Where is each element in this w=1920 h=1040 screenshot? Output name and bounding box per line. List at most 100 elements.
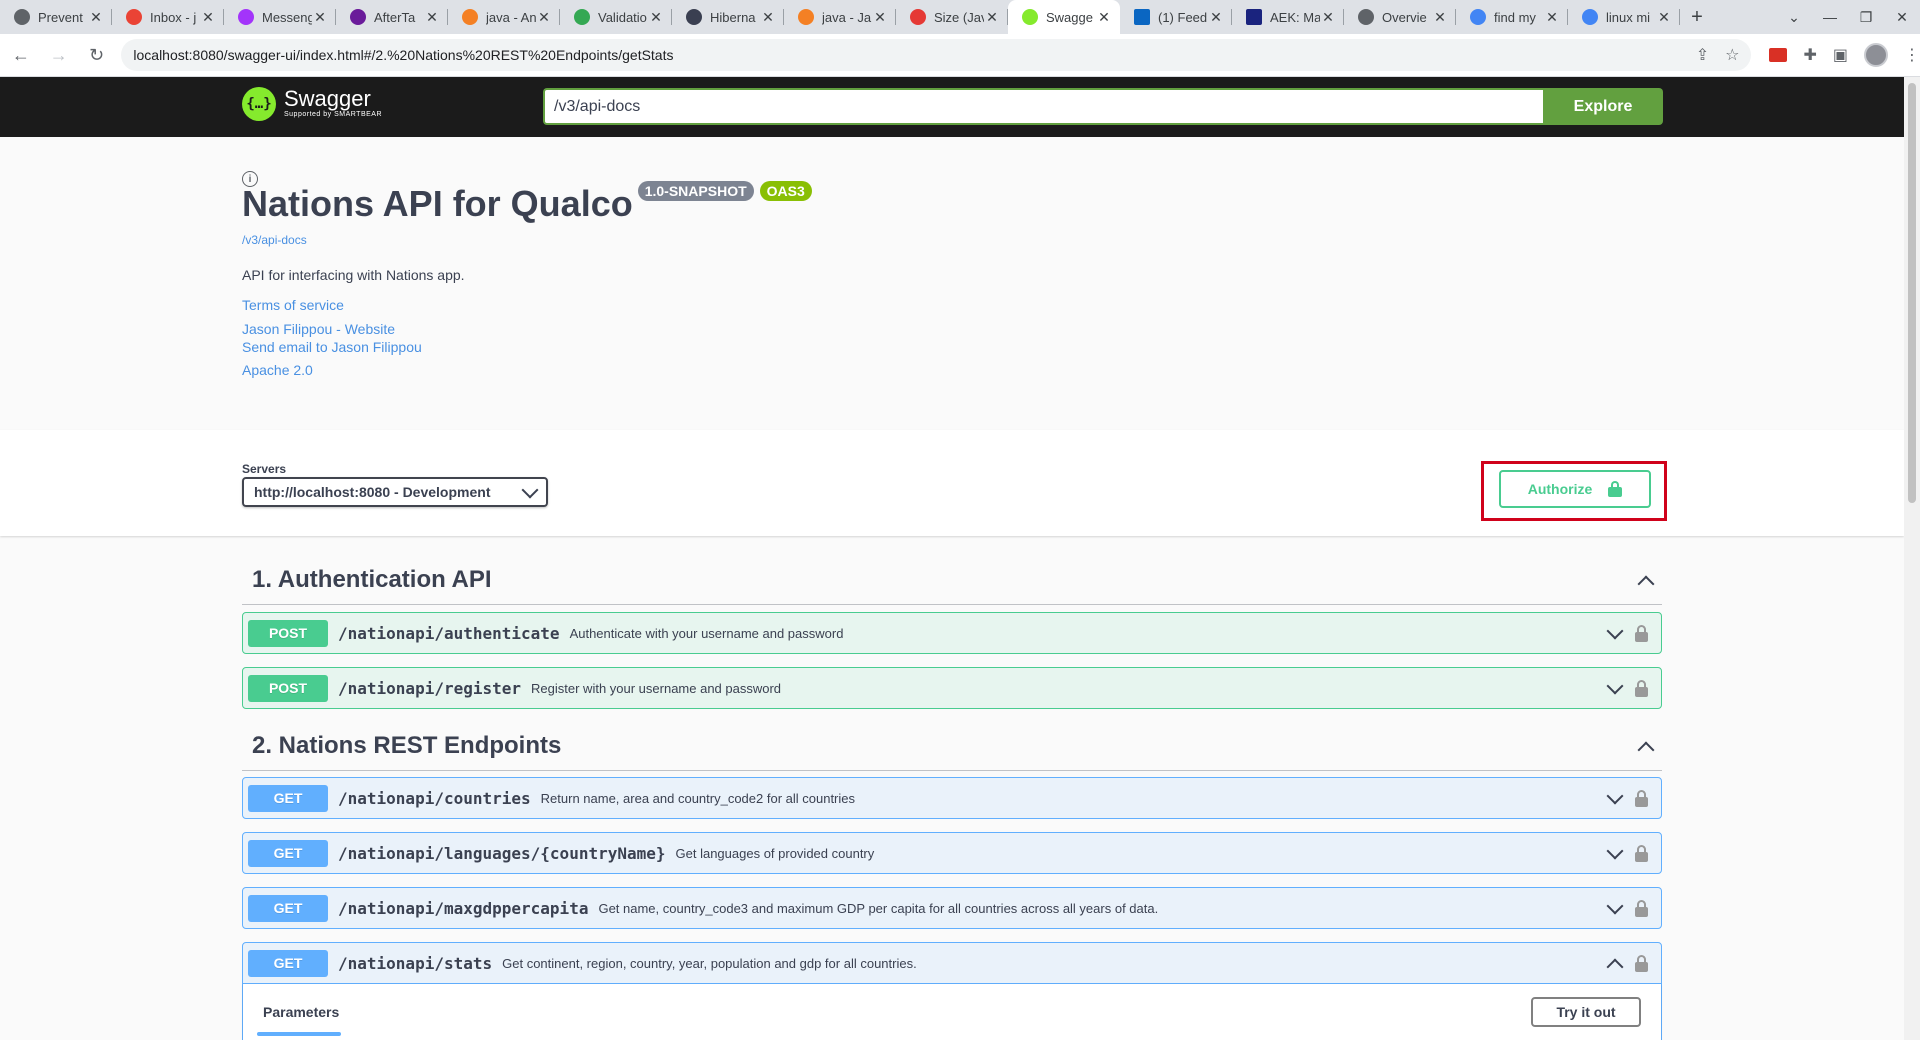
chevron-down-icon[interactable] bbox=[1607, 791, 1621, 805]
address-bar[interactable]: i localhost:8080/swagger-ui/index.html#/… bbox=[121, 39, 1752, 187]
extensions-puzzle-icon[interactable]: ✚ bbox=[1803, 45, 1816, 65]
spec-url-input[interactable]: /v3/api-docs bbox=[543, 88, 1543, 125]
close-tab-icon[interactable]: ✕ bbox=[1432, 9, 1448, 26]
side-panel-icon[interactable]: ▣ bbox=[1833, 45, 1848, 65]
chevron-down-icon[interactable] bbox=[1607, 901, 1621, 915]
license-link[interactable]: Apache 2.0 bbox=[242, 362, 313, 378]
close-tab-icon[interactable]: ✕ bbox=[984, 9, 1000, 26]
close-tab-icon[interactable]: ✕ bbox=[1096, 9, 1112, 26]
tag-authentication-api[interactable]: 1. Authentication API bbox=[242, 555, 1662, 605]
close-tab-icon[interactable]: ✕ bbox=[1320, 9, 1336, 26]
close-tab-icon[interactable]: ✕ bbox=[1656, 9, 1672, 26]
chevron-down-icon[interactable] bbox=[1607, 681, 1621, 695]
operation-post-register[interactable]: POST /nationapi/register Register with y… bbox=[242, 667, 1662, 709]
tab-title: Size (Jav bbox=[934, 9, 984, 25]
tab-title: Inbox - j bbox=[150, 9, 197, 25]
close-tab-icon[interactable]: ✕ bbox=[648, 9, 664, 26]
reload-button[interactable]: ↻ bbox=[80, 38, 114, 72]
minimize-icon[interactable]: — bbox=[1812, 9, 1848, 25]
try-it-out-button[interactable]: Try it out bbox=[1531, 997, 1641, 1027]
operation-get-countries[interactable]: GET /nationapi/countries Return name, ar… bbox=[242, 777, 1662, 819]
authorize-label: Authorize bbox=[1527, 481, 1593, 497]
lock-icon[interactable] bbox=[1635, 679, 1648, 697]
browser-tab-active[interactable]: Swagge ✕ bbox=[1008, 0, 1120, 34]
tab-title: (1) Feed bbox=[1158, 9, 1208, 25]
swagger-logo[interactable]: {…} Swagger Supported by SMARTBEAR bbox=[242, 87, 382, 121]
chevron-down-icon[interactable] bbox=[1607, 626, 1621, 640]
extensions-area: ✚ ▣ ⋮ bbox=[1769, 43, 1920, 67]
contact-email-link[interactable]: Send email to Jason Filippou bbox=[242, 339, 422, 355]
menu-kebab-icon[interactable]: ⋮ bbox=[1904, 45, 1920, 65]
bookmark-star-icon[interactable]: ☆ bbox=[1725, 45, 1739, 65]
operation-get-languages[interactable]: GET /nationapi/languages/{countryName} G… bbox=[242, 832, 1662, 874]
operation-summary: Get languages of provided country bbox=[675, 845, 875, 861]
chevron-down-icon[interactable] bbox=[1607, 846, 1621, 860]
spec-link[interactable]: /v3/api-docs bbox=[242, 233, 307, 247]
stackoverflow-icon bbox=[798, 9, 814, 25]
page-title: Nations API for Qualco bbox=[242, 183, 633, 224]
browser-tab[interactable]: Prevent ✕ bbox=[0, 0, 112, 34]
browser-tab[interactable]: Inbox - j ✕ bbox=[112, 0, 224, 34]
close-tab-icon[interactable]: ✕ bbox=[872, 9, 888, 26]
browser-tab[interactable]: Size (Jav ✕ bbox=[896, 0, 1008, 34]
logo-text: Swagger bbox=[284, 86, 371, 111]
page-scrollbar[interactable] bbox=[1904, 77, 1920, 1040]
browser-tab[interactable]: (1) Feed ✕ bbox=[1120, 0, 1232, 34]
profile-avatar[interactable] bbox=[1864, 43, 1889, 67]
close-tab-icon[interactable]: ✕ bbox=[1544, 9, 1560, 26]
tag-nations-rest-endpoints[interactable]: 2. Nations REST Endpoints bbox=[242, 721, 1662, 771]
authorize-button[interactable]: Authorize bbox=[1499, 470, 1651, 508]
browser-tab[interactable]: Hiberna ✕ bbox=[672, 0, 784, 34]
scrollbar-thumb[interactable] bbox=[1908, 83, 1916, 503]
swagger-logo-icon: {…} bbox=[242, 87, 276, 121]
lock-icon[interactable] bbox=[1635, 899, 1648, 917]
restore-icon[interactable]: ❐ bbox=[1848, 9, 1884, 26]
chevron-down-icon bbox=[522, 485, 536, 499]
tab-search-icon[interactable]: ⌄ bbox=[1776, 9, 1812, 26]
window-controls: ⌄ — ❐ ✕ bbox=[1776, 0, 1920, 34]
contact-website-link[interactable]: Jason Filippou - Website bbox=[242, 321, 395, 337]
chevron-up-icon[interactable] bbox=[1607, 956, 1621, 970]
share-icon[interactable]: ⇪ bbox=[1696, 45, 1709, 65]
browser-tab[interactable]: java - Ja ✕ bbox=[784, 0, 896, 34]
close-tab-icon[interactable]: ✕ bbox=[88, 9, 104, 26]
close-tab-icon[interactable]: ✕ bbox=[536, 9, 552, 26]
browser-tab[interactable]: linux mi ✕ bbox=[1568, 0, 1680, 34]
new-tab-button[interactable]: + bbox=[1680, 0, 1714, 34]
api-description: API for interfacing with Nations app. bbox=[242, 267, 465, 283]
explore-button[interactable]: Explore bbox=[1543, 88, 1663, 125]
browser-tab[interactable]: Messeng ✕ bbox=[224, 0, 336, 34]
operation-get-maxgdppercapita[interactable]: GET /nationapi/maxgdppercapita Get name,… bbox=[242, 887, 1662, 929]
servers-select[interactable]: http://localhost:8080 - Development bbox=[242, 477, 548, 507]
tab-title: Validatio bbox=[598, 9, 647, 25]
close-tab-icon[interactable]: ✕ bbox=[200, 9, 216, 26]
chevron-up-icon[interactable] bbox=[1638, 739, 1652, 753]
close-tab-icon[interactable]: ✕ bbox=[424, 9, 440, 26]
chevron-up-icon[interactable] bbox=[1638, 573, 1652, 587]
browser-tab[interactable]: AfterTa ✕ bbox=[336, 0, 448, 34]
close-tab-icon[interactable]: ✕ bbox=[1208, 9, 1224, 26]
lock-icon[interactable] bbox=[1635, 624, 1648, 642]
tab-parameters[interactable]: Parameters bbox=[263, 1004, 339, 1020]
operation-post-authenticate[interactable]: POST /nationapi/authenticate Authenticat… bbox=[242, 612, 1662, 654]
lock-icon[interactable] bbox=[1635, 844, 1648, 862]
method-badge: POST bbox=[248, 619, 328, 647]
forward-button[interactable]: → bbox=[42, 38, 76, 72]
browser-tab[interactable]: AEK: Ma ✕ bbox=[1232, 0, 1344, 34]
url-text[interactable]: localhost:8080/swagger-ui/index.html#/2.… bbox=[133, 47, 1695, 63]
close-window-icon[interactable]: ✕ bbox=[1884, 9, 1920, 26]
lock-icon[interactable] bbox=[1635, 789, 1648, 807]
close-tab-icon[interactable]: ✕ bbox=[760, 9, 776, 26]
lock-icon[interactable] bbox=[1635, 954, 1648, 972]
close-tab-icon[interactable]: ✕ bbox=[312, 9, 328, 26]
operation-body: Parameters Try it out bbox=[242, 984, 1662, 1040]
browser-tab[interactable]: Validatio ✕ bbox=[560, 0, 672, 34]
operation-get-stats[interactable]: GET /nationapi/stats Get continent, regi… bbox=[242, 942, 1662, 984]
google-icon bbox=[1582, 9, 1598, 25]
back-button[interactable]: ← bbox=[4, 38, 38, 72]
terms-link[interactable]: Terms of service bbox=[242, 297, 344, 313]
browser-tab[interactable]: java - An ✕ bbox=[448, 0, 560, 34]
browser-tab[interactable]: Overvie ✕ bbox=[1344, 0, 1456, 34]
browser-tab[interactable]: find my ✕ bbox=[1456, 0, 1568, 34]
gmail-extension-icon[interactable] bbox=[1769, 48, 1788, 62]
